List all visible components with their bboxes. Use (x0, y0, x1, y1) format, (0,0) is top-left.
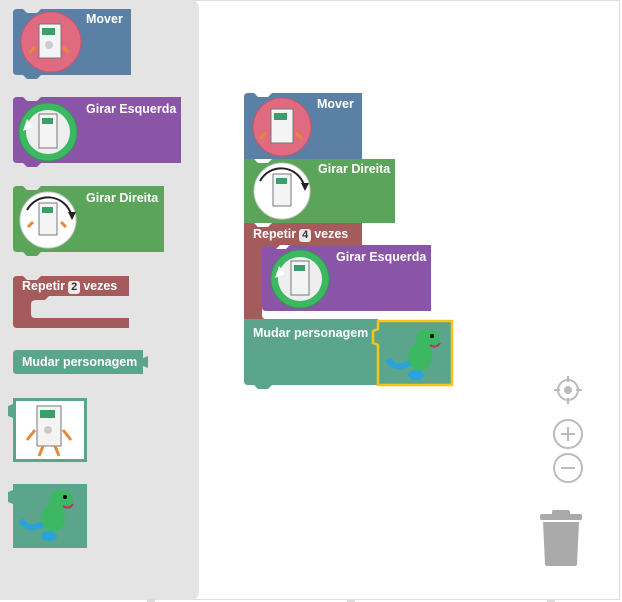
zoom-out-icon (553, 453, 583, 483)
block-label: Girar Esquerda (86, 102, 177, 116)
repeat-suffix: vezes (83, 279, 118, 293)
recenter-button[interactable] (552, 374, 584, 406)
mudar-personagem-label: Mudar personagem (253, 326, 369, 340)
toolbox-dino-image-block[interactable] (8, 484, 87, 548)
toolbox-mover-block[interactable]: Mover (13, 9, 131, 79)
toolbox-repetir-block[interactable]: Repetir 2 vezes (13, 276, 131, 328)
mover-label: Mover (317, 97, 354, 111)
block-label: Mudar personagem (22, 355, 138, 369)
girar-esquerda-label: Girar Esquerda (336, 250, 427, 264)
trash-icon (540, 510, 582, 566)
robot-character-image (8, 398, 87, 462)
repeat-count-field[interactable]: 4 (299, 229, 312, 242)
toolbox-girar-esquerda-block[interactable]: Girar Esquerda (13, 97, 181, 167)
zoom-out-button[interactable] (552, 452, 584, 484)
toolbox-girar-direita-block[interactable]: Girar Direita (13, 186, 164, 256)
repeat-text: Repetir (253, 227, 297, 241)
repeat-count-field[interactable]: 2 (68, 281, 81, 294)
repeat-text: Repetir (22, 279, 66, 293)
toolbox-robot-image-block[interactable] (8, 398, 87, 462)
zoom-in-button[interactable] (552, 418, 584, 450)
program-blocks (244, 93, 454, 389)
toolbox[interactable]: Mover Girar Esquerda Girar Direita Repet… (0, 0, 199, 600)
workspace-program[interactable]: Mover Girar Direita Repetir 4 vezes Girar … (244, 93, 456, 391)
girar-direita-label: Girar Direita (318, 162, 391, 176)
repeat-label: Repetir 4 vezes (253, 227, 348, 242)
block-label: Mover (86, 12, 123, 26)
repeat-label: Repetir 2 vezes (22, 279, 117, 294)
toolbox-mudar-personagem-block[interactable]: Mudar personagem (13, 350, 150, 374)
block-label: Girar Direita (86, 191, 159, 205)
dinosaur-character-image (8, 484, 87, 548)
zoom-in-icon (553, 419, 583, 449)
trash-can[interactable] (538, 508, 584, 566)
repeat-suffix: vezes (314, 227, 349, 241)
recenter-icon (554, 376, 582, 404)
